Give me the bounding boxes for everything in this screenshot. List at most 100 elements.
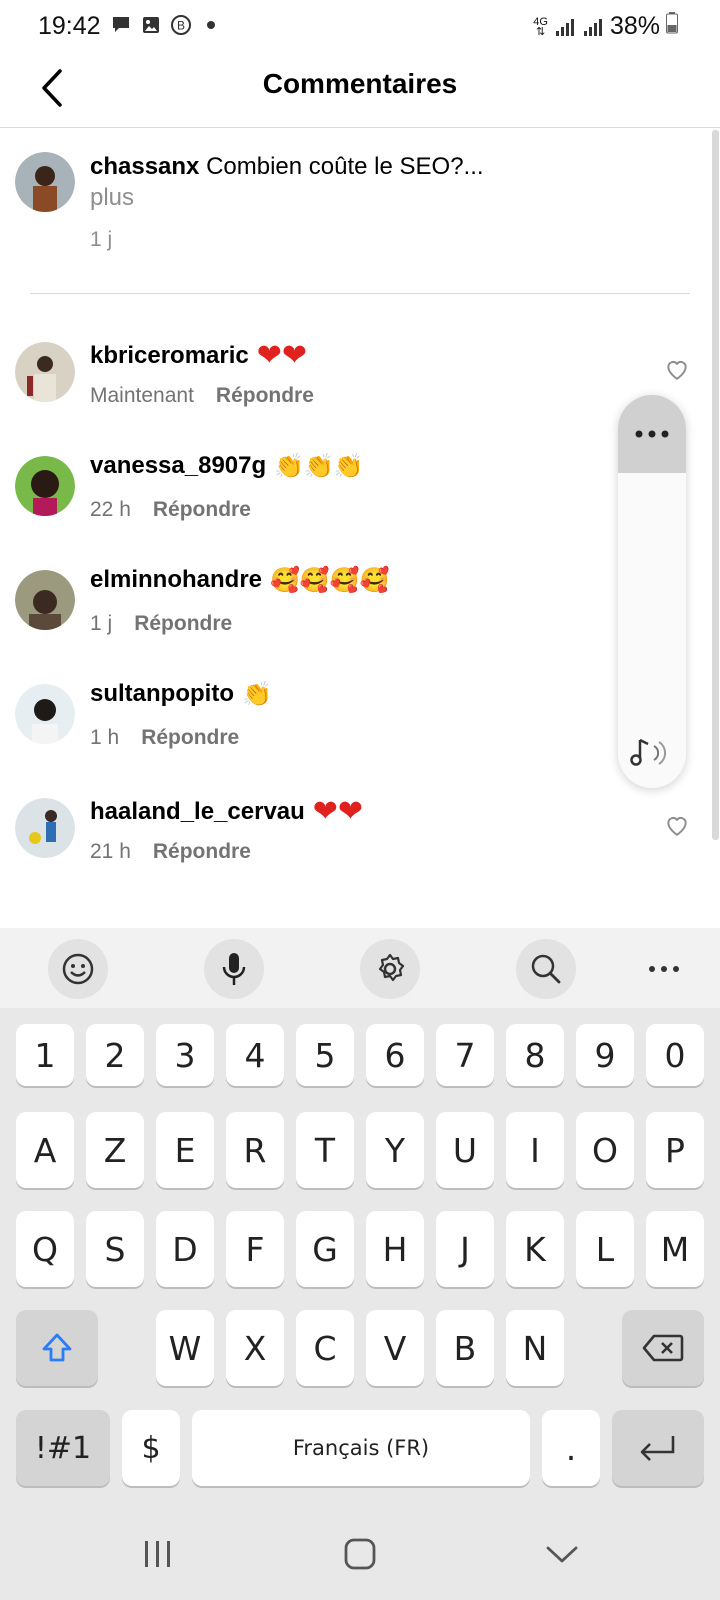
- back-nav-button[interactable]: [532, 1526, 592, 1582]
- caption-username[interactable]: chassanx: [90, 153, 199, 180]
- more-button[interactable]: [634, 939, 694, 999]
- comment-time: 22 h: [90, 498, 131, 521]
- key-t[interactable]: T: [296, 1112, 354, 1188]
- comment-emoji: 🥰🥰🥰🥰: [270, 566, 390, 594]
- signal-icon-2: [582, 16, 604, 38]
- comment-item: sultanpopito 👏 1 h Répondre: [0, 680, 720, 784]
- comment-emoji: ❤❤: [312, 794, 364, 829]
- key-7[interactable]: 7: [436, 1024, 494, 1086]
- comment-username[interactable]: vanessa_8907g: [90, 452, 266, 480]
- comment-time: Maintenant: [90, 384, 194, 407]
- header: Commentaires: [0, 52, 720, 128]
- key-k[interactable]: K: [506, 1211, 564, 1287]
- reply-button[interactable]: Répondre: [216, 384, 314, 408]
- comment-time: 1 j: [90, 612, 113, 635]
- avatar[interactable]: [15, 684, 75, 744]
- status-bar: 19:42 B 4G ⇅ 38%: [0, 0, 720, 52]
- comment-meta: 1 h Répondre: [90, 726, 239, 750]
- symbols-key[interactable]: !#1: [16, 1410, 110, 1486]
- comment-emoji: ❤❤: [256, 338, 308, 373]
- enter-icon: [640, 1436, 675, 1461]
- caption-line: chassanx Combien coûte le SEO?...: [90, 150, 484, 184]
- key-f[interactable]: F: [226, 1211, 284, 1287]
- reply-button[interactable]: Répondre: [134, 612, 232, 636]
- floating-side-panel[interactable]: [618, 395, 686, 788]
- search-button[interactable]: [516, 939, 576, 999]
- key-g[interactable]: G: [296, 1211, 354, 1287]
- avatar[interactable]: [15, 152, 75, 212]
- key-9[interactable]: 9: [576, 1024, 634, 1086]
- comment-line: haaland_le_cervau ❤❤: [90, 794, 363, 829]
- avatar[interactable]: [15, 798, 75, 858]
- key-e[interactable]: E: [156, 1112, 214, 1188]
- key-x[interactable]: X: [226, 1310, 284, 1386]
- key-m[interactable]: M: [646, 1211, 704, 1287]
- key-1[interactable]: 1: [16, 1024, 74, 1086]
- key-2[interactable]: 2: [86, 1024, 144, 1086]
- b-notification-icon: B: [170, 14, 192, 36]
- scrollbar[interactable]: [712, 130, 719, 840]
- period-key[interactable]: .: [542, 1410, 600, 1486]
- key-l[interactable]: L: [576, 1211, 634, 1287]
- key-c[interactable]: C: [296, 1310, 354, 1386]
- emoji-button[interactable]: [48, 939, 108, 999]
- battery-level: 38%: [609, 12, 660, 40]
- comment-username[interactable]: sultanpopito: [90, 680, 234, 708]
- currency-key[interactable]: $: [122, 1410, 180, 1486]
- key-y[interactable]: Y: [366, 1112, 424, 1188]
- key-r[interactable]: R: [226, 1112, 284, 1188]
- key-a[interactable]: A: [16, 1112, 74, 1188]
- key-5[interactable]: 5: [296, 1024, 354, 1086]
- navigation-bar: [0, 1508, 720, 1600]
- microphone-button[interactable]: [204, 939, 264, 999]
- key-b[interactable]: B: [436, 1310, 494, 1386]
- more-link[interactable]: plus: [90, 184, 134, 212]
- key-q[interactable]: Q: [16, 1211, 74, 1287]
- key-h[interactable]: H: [366, 1211, 424, 1287]
- key-d[interactable]: D: [156, 1211, 214, 1287]
- backspace-key[interactable]: [622, 1310, 704, 1386]
- enter-key[interactable]: [612, 1410, 704, 1486]
- network-4g-icon: 4G ⇅: [533, 15, 548, 38]
- comment-item: kbriceromaric ❤❤ Maintenant Répondre: [0, 338, 720, 442]
- recent-apps-button[interactable]: [128, 1526, 188, 1582]
- comment-item: vanessa_8907g 👏👏👏 22 h Répondre: [0, 452, 720, 556]
- key-v[interactable]: V: [366, 1310, 424, 1386]
- avatar[interactable]: [15, 570, 75, 630]
- comment-username[interactable]: elminnohandre: [90, 566, 262, 594]
- key-4[interactable]: 4: [226, 1024, 284, 1086]
- key-3[interactable]: 3: [156, 1024, 214, 1086]
- key-s[interactable]: S: [86, 1211, 144, 1287]
- comment-emoji: 👏: [241, 680, 272, 708]
- home-button[interactable]: [330, 1526, 390, 1582]
- key-i[interactable]: I: [506, 1112, 564, 1188]
- avatar[interactable]: [15, 342, 75, 402]
- space-key[interactable]: Français (FR): [192, 1410, 530, 1486]
- status-right: 4G ⇅ 38%: [533, 12, 678, 41]
- key-8[interactable]: 8: [506, 1024, 564, 1086]
- recent-apps-icon: [145, 1541, 170, 1567]
- more-options-button[interactable]: [618, 395, 686, 473]
- music-button[interactable]: [628, 728, 676, 776]
- key-6[interactable]: 6: [366, 1024, 424, 1086]
- key-n[interactable]: N: [506, 1310, 564, 1386]
- key-o[interactable]: O: [576, 1112, 634, 1188]
- settings-button[interactable]: [360, 939, 420, 999]
- reply-button[interactable]: Répondre: [153, 840, 251, 864]
- key-0[interactable]: 0: [646, 1024, 704, 1086]
- comment-username[interactable]: haaland_le_cervau: [90, 798, 305, 826]
- key-j[interactable]: J: [436, 1211, 494, 1287]
- key-p[interactable]: P: [646, 1112, 704, 1188]
- home-icon: [344, 1538, 376, 1570]
- reply-button[interactable]: Répondre: [153, 498, 251, 522]
- heart-icon[interactable]: [664, 812, 690, 838]
- heart-icon[interactable]: [664, 356, 690, 382]
- key-u[interactable]: U: [436, 1112, 494, 1188]
- more-icon: [649, 966, 679, 972]
- avatar[interactable]: [15, 456, 75, 516]
- reply-button[interactable]: Répondre: [141, 726, 239, 750]
- key-z[interactable]: Z: [86, 1112, 144, 1188]
- shift-key[interactable]: [16, 1310, 98, 1386]
- comment-username[interactable]: kbriceromaric: [90, 342, 249, 370]
- key-w[interactable]: W: [156, 1310, 214, 1386]
